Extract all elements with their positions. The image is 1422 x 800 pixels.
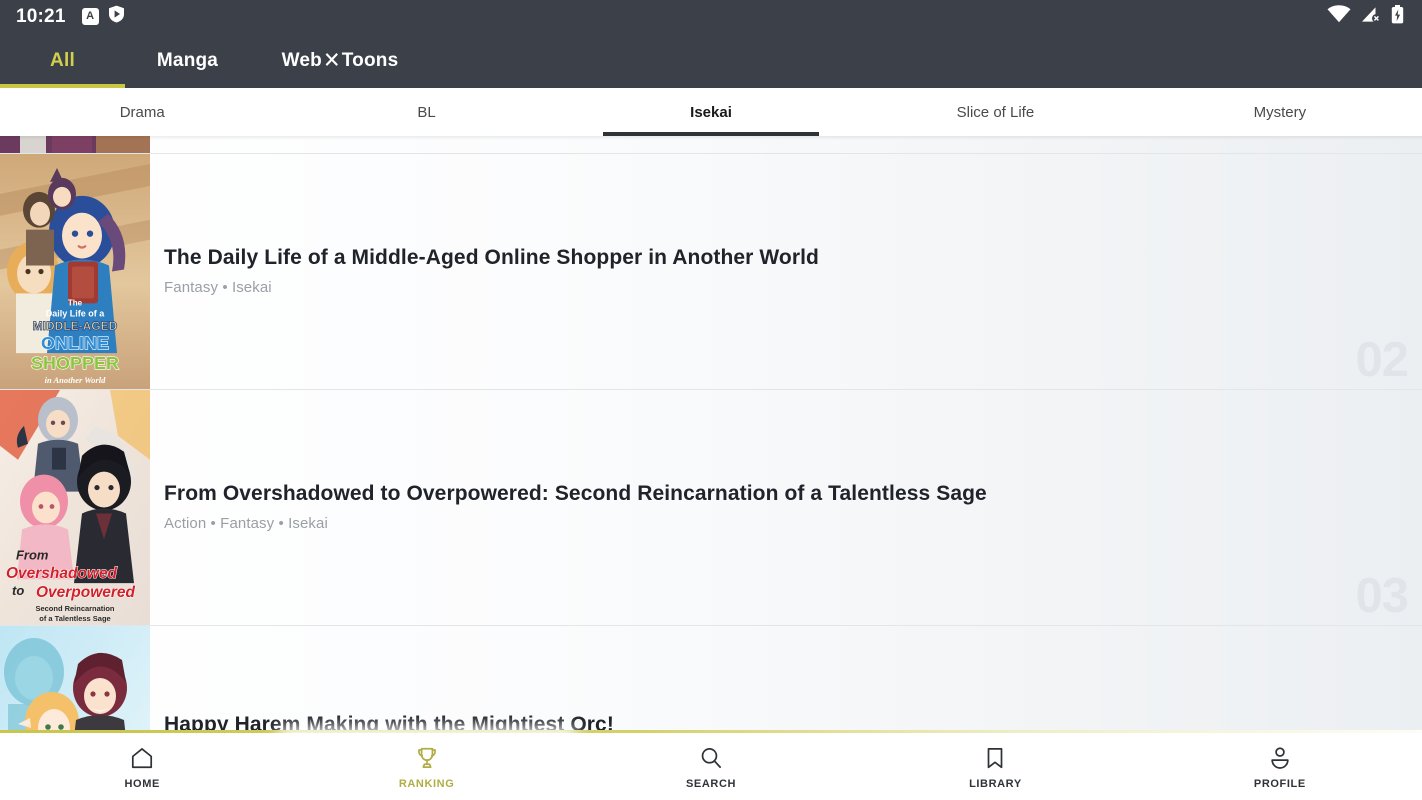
genre-tab-bl-label: BL: [417, 103, 436, 121]
list-item[interactable]: [0, 136, 1422, 154]
genre-tab-slice-of-life[interactable]: Slice of Life: [853, 88, 1137, 136]
app-root: 10:21 A All Manga Web ✕ Toons Drama BL I…: [0, 0, 1422, 800]
nav-item-search-label: SEARCH: [685, 777, 737, 790]
list-item-text: The Daily Life of a Middle-Aged Online S…: [150, 154, 1422, 389]
nav-item-profile[interactable]: PROFILE: [1138, 730, 1422, 800]
nav-item-home-label: HOME: [124, 777, 160, 790]
rank-number: 03: [1355, 569, 1409, 623]
tab-webtoons[interactable]: Web ✕ Toons: [250, 33, 430, 88]
svg-text:MIDDLE-AGED: MIDDLE-AGED: [33, 319, 118, 333]
svg-text:Daily Life of a: Daily Life of a: [46, 308, 105, 318]
shield-play-notification-icon: [108, 5, 125, 28]
status-bar-clock: 10:21: [16, 6, 66, 27]
mobile-signal-off-icon: [1361, 5, 1381, 28]
genre-tab-isekai[interactable]: Isekai: [569, 88, 853, 136]
genre-tab-slice-of-life-label: Slice of Life: [956, 103, 1035, 121]
cover-art: [0, 136, 150, 153]
svg-text:Overpowered: Overpowered: [36, 584, 136, 601]
trophy-icon: [414, 745, 440, 771]
svg-text:ONLINE: ONLINE: [41, 333, 109, 353]
genre-tab-mystery[interactable]: Mystery: [1138, 88, 1422, 136]
list-item-title: The Daily Life of a Middle-Aged Online S…: [164, 246, 819, 270]
list-item-genres: Action • Fantasy • Isekai: [164, 514, 328, 532]
list-item[interactable]: Happy Harem Making with the Mightiest Or…: [0, 626, 1422, 730]
cover-art: From Overshadowed to Overpowered Second …: [0, 390, 150, 625]
svg-text:SHOPPER: SHOPPER: [31, 353, 119, 373]
genre-tab-bar: Drama BL Isekai Slice of Life Mystery: [0, 88, 1422, 136]
list-item-title: From Overshadowed to Overpowered: Second…: [164, 482, 987, 506]
nav-item-ranking-label: RANKING: [398, 777, 455, 790]
svg-text:The: The: [68, 298, 83, 307]
genre-tab-isekai-label: Isekai: [690, 103, 732, 121]
list-item[interactable]: The Daily Life of a MIDDLE-AGED ONLINE S…: [0, 154, 1422, 390]
status-bar-system-icons: [1327, 4, 1404, 29]
list-item-genres: Fantasy • Isekai: [164, 278, 272, 296]
nav-item-ranking[interactable]: RANKING: [284, 730, 568, 800]
x-mark-icon: ✕: [322, 48, 341, 73]
tab-all[interactable]: All: [0, 33, 125, 88]
genre-tab-drama-label: Drama: [119, 103, 165, 121]
person-icon: [1267, 745, 1293, 771]
nav-item-home[interactable]: HOME: [0, 730, 284, 800]
cover-art: The Daily Life of a MIDDLE-AGED ONLINE S…: [0, 154, 150, 389]
tab-manga[interactable]: Manga: [125, 33, 250, 88]
svg-text:Overshadowed: Overshadowed: [6, 565, 118, 582]
svg-text:Second Reincarnation: Second Reincarnation: [35, 604, 114, 613]
nav-item-library[interactable]: LIBRARY: [853, 730, 1137, 800]
list-item[interactable]: From Overshadowed to Overpowered Second …: [0, 390, 1422, 626]
genre-tab-isekai-indicator: [602, 132, 820, 136]
list-item-text: [150, 136, 1422, 153]
tab-webtoons-label-suffix: Toons: [341, 49, 399, 71]
svg-text:in Another World: in Another World: [45, 375, 106, 385]
bookmark-icon: [982, 745, 1008, 771]
search-icon: [698, 745, 724, 771]
bottom-navigation-bar: HOME RANKING SEARCH LIBRARY PROFILE: [0, 730, 1422, 800]
svg-text:From: From: [16, 547, 48, 562]
genre-tab-bl[interactable]: BL: [284, 88, 568, 136]
battery-charging-icon: [1391, 4, 1404, 29]
status-bar-notification-icons: A: [81, 5, 125, 28]
cover-art: [0, 626, 150, 730]
list-item-title: Happy Harem Making with the Mightiest Or…: [164, 712, 614, 730]
nav-item-library-label: LIBRARY: [969, 777, 1022, 790]
genre-tab-mystery-label: Mystery: [1253, 103, 1307, 121]
nav-item-profile-label: PROFILE: [1253, 777, 1306, 790]
svg-text:to: to: [12, 583, 24, 598]
tab-manga-label: Manga: [156, 49, 219, 71]
content-type-tab-bar: All Manga Web ✕ Toons: [0, 33, 1422, 88]
tab-all-label: All: [50, 49, 75, 71]
wifi-icon: [1327, 5, 1351, 28]
list-item-text: Happy Harem Making with the Mightiest Or…: [150, 626, 1422, 730]
home-icon: [129, 745, 155, 771]
list-item-text: From Overshadowed to Overpowered: Second…: [150, 390, 1422, 625]
svg-text:of a Talentless Sage: of a Talentless Sage: [39, 614, 110, 623]
app-notification-a-icon: A: [81, 8, 99, 25]
ranking-list[interactable]: The Daily Life of a MIDDLE-AGED ONLINE S…: [0, 136, 1422, 730]
status-bar: 10:21 A: [0, 0, 1422, 33]
rank-number: 02: [1355, 333, 1409, 387]
nav-item-search[interactable]: SEARCH: [569, 730, 853, 800]
tab-webtoons-label-prefix: Web: [281, 49, 322, 71]
genre-tab-drama[interactable]: Drama: [0, 88, 284, 136]
